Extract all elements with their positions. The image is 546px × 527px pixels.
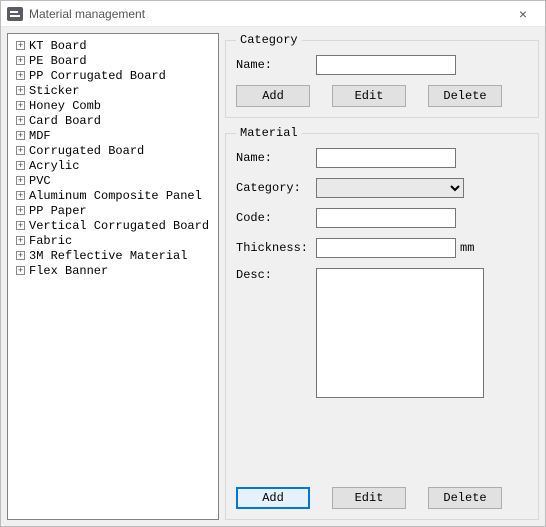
material-thickness-unit: mm <box>460 241 474 255</box>
expand-icon[interactable]: + <box>16 221 25 230</box>
expand-icon[interactable]: + <box>16 251 25 260</box>
app-icon <box>7 7 23 21</box>
expand-icon[interactable]: + <box>16 191 25 200</box>
window: Material management × + KT Board + PE Board… <box>0 0 546 527</box>
expand-icon[interactable]: + <box>16 71 25 80</box>
expand-icon[interactable]: + <box>16 146 25 155</box>
tree-item[interactable]: + PP Corrugated Board <box>10 68 216 83</box>
material-form: Name: Category: Code: Thickness <box>236 148 528 483</box>
material-category-row: Category: <box>236 178 528 198</box>
expand-icon[interactable]: + <box>16 56 25 65</box>
expand-icon[interactable]: + <box>16 101 25 110</box>
tree-item-label: PP Paper <box>29 204 87 218</box>
expand-icon[interactable]: + <box>16 116 25 125</box>
tree-item-label: MDF <box>29 129 51 143</box>
expand-icon[interactable]: + <box>16 236 25 245</box>
tree-item[interactable]: + MDF <box>10 128 216 143</box>
tree-item-label: 3M Reflective Material <box>29 249 187 263</box>
category-legend: Category <box>236 33 302 47</box>
material-delete-button[interactable]: Delete <box>428 487 502 509</box>
tree-item-label: Flex Banner <box>29 264 108 278</box>
expand-icon[interactable]: + <box>16 161 25 170</box>
titlebar: Material management × <box>1 1 545 27</box>
category-name-input[interactable] <box>316 55 456 75</box>
tree-item-label: PVC <box>29 174 51 188</box>
category-edit-button[interactable]: Edit <box>332 85 406 107</box>
material-category-label: Category: <box>236 181 316 195</box>
expand-icon[interactable]: + <box>16 86 25 95</box>
tree-item-label: Honey Comb <box>29 99 101 113</box>
tree-item[interactable]: + Fabric <box>10 233 216 248</box>
tree-item[interactable]: + PVC <box>10 173 216 188</box>
tree-item[interactable]: + Flex Banner <box>10 263 216 278</box>
tree-item[interactable]: + Aluminum Composite Panel <box>10 188 216 203</box>
tree-item[interactable]: + PP Paper <box>10 203 216 218</box>
material-category-select[interactable] <box>316 178 464 198</box>
tree-item[interactable]: + Honey Comb <box>10 98 216 113</box>
close-icon[interactable]: × <box>503 6 543 22</box>
material-thickness-input[interactable] <box>316 238 456 258</box>
material-thickness-label: Thickness: <box>236 241 316 255</box>
material-desc-input[interactable] <box>316 268 484 398</box>
material-code-label: Code: <box>236 211 316 225</box>
material-group: Material Name: Category: Code: <box>225 126 539 520</box>
material-thickness-row: Thickness: mm <box>236 238 528 258</box>
material-buttons: Add Edit Delete <box>236 487 528 509</box>
expand-icon[interactable]: + <box>16 176 25 185</box>
material-name-label: Name: <box>236 151 316 165</box>
material-desc-row: Desc: <box>236 268 528 398</box>
body: + KT Board + PE Board + PP Corrugated Board + S… <box>1 27 545 526</box>
category-buttons: Add Edit Delete <box>236 85 528 107</box>
material-desc-label: Desc: <box>236 268 316 282</box>
tree-item[interactable]: + PE Board <box>10 53 216 68</box>
tree-item-label: Card Board <box>29 114 101 128</box>
category-name-row: Name: <box>236 55 528 75</box>
tree-item[interactable]: + KT Board <box>10 38 216 53</box>
material-code-input[interactable] <box>316 208 456 228</box>
material-add-button[interactable]: Add <box>236 487 310 509</box>
material-name-row: Name: <box>236 148 528 168</box>
tree-item-label: Vertical Corrugated Board <box>29 219 209 233</box>
tree-item-label: KT Board <box>29 39 87 53</box>
window-title: Material management <box>29 7 145 21</box>
expand-icon[interactable]: + <box>16 266 25 275</box>
material-code-row: Code: <box>236 208 528 228</box>
tree-item[interactable]: + Sticker <box>10 83 216 98</box>
category-add-button[interactable]: Add <box>236 85 310 107</box>
category-name-label: Name: <box>236 58 316 72</box>
expand-icon[interactable]: + <box>16 41 25 50</box>
right-pane: Category Name: Add Edit Delete Material … <box>225 33 539 520</box>
category-group: Category Name: Add Edit Delete <box>225 33 539 118</box>
category-tree[interactable]: + KT Board + PE Board + PP Corrugated Board + S… <box>7 33 219 520</box>
tree-item[interactable]: + Card Board <box>10 113 216 128</box>
tree-item-label: PE Board <box>29 54 87 68</box>
tree-item[interactable]: + Acrylic <box>10 158 216 173</box>
material-legend: Material <box>236 126 302 140</box>
tree-item[interactable]: + Corrugated Board <box>10 143 216 158</box>
tree-item-label: PP Corrugated Board <box>29 69 166 83</box>
tree-item[interactable]: + Vertical Corrugated Board <box>10 218 216 233</box>
tree-item[interactable]: +3M Reflective Material <box>10 248 216 263</box>
tree-item-label: Acrylic <box>29 159 79 173</box>
material-edit-button[interactable]: Edit <box>332 487 406 509</box>
expand-icon[interactable]: + <box>16 131 25 140</box>
tree-item-label: Aluminum Composite Panel <box>29 189 202 203</box>
category-delete-button[interactable]: Delete <box>428 85 502 107</box>
expand-icon[interactable]: + <box>16 206 25 215</box>
tree-item-label: Corrugated Board <box>29 144 144 158</box>
tree-item-label: Fabric <box>29 234 72 248</box>
material-name-input[interactable] <box>316 148 456 168</box>
tree-item-label: Sticker <box>29 84 79 98</box>
